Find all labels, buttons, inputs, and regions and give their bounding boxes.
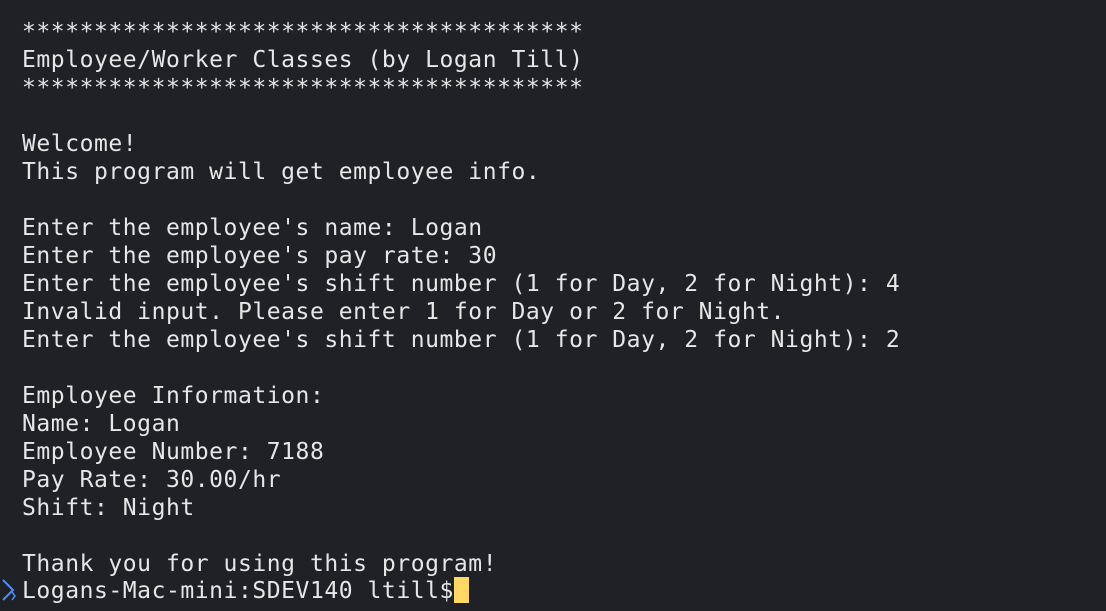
invalid-input-line: Invalid input. Please enter 1 for Day or… — [22, 299, 786, 325]
banner-bottom: *************************************** — [22, 75, 584, 101]
shell-prompt: Logans-Mac-mini:SDEV140 ltill$ — [22, 578, 469, 604]
thank-you-line: Thank you for using this program! — [22, 551, 498, 577]
text-cursor — [454, 577, 469, 603]
pay-rate-prompt-line: Enter the employee's pay rate: 30 — [22, 243, 498, 269]
program-title: Employee/Worker Classes (by Logan Till) — [22, 47, 584, 73]
info-pay-rate-line: Pay Rate: 30.00/hr — [22, 467, 282, 493]
intro-line: This program will get employee info. — [22, 159, 541, 185]
shift-prompt-retry-line: Enter the employee's shift number (1 for… — [22, 327, 901, 353]
info-heading-line: Employee Information: — [22, 383, 325, 409]
info-shift-line: Shift: Night — [22, 495, 195, 521]
command-marker-icon[interactable] — [0, 575, 20, 605]
info-employee-number-line: Employee Number: 7188 — [22, 439, 325, 465]
terminal-window[interactable]: *************************************** … — [0, 0, 1106, 606]
info-name-line: Name: Logan — [22, 411, 181, 437]
name-prompt-line: Enter the employee's name: Logan — [22, 215, 483, 241]
welcome-line: Welcome! — [22, 131, 138, 157]
shift-prompt-line: Enter the employee's shift number (1 for… — [22, 271, 901, 297]
banner-top: *************************************** — [22, 19, 584, 45]
